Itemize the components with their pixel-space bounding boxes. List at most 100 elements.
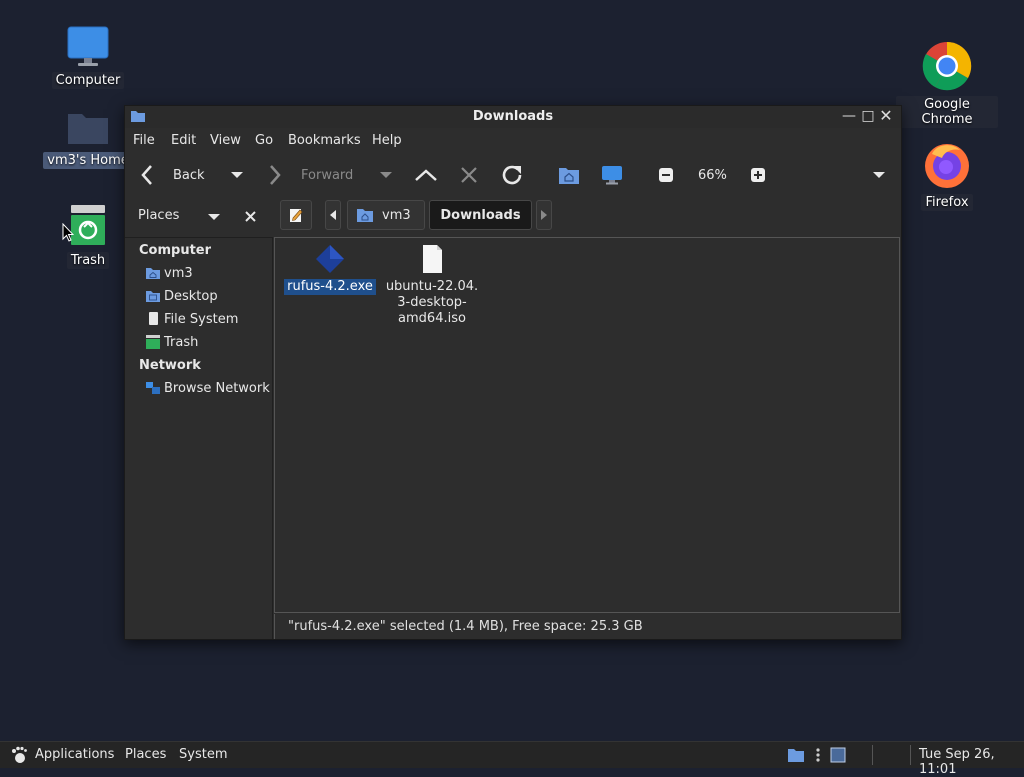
chevron-down-icon[interactable] bbox=[207, 212, 221, 222]
network-icon bbox=[146, 382, 160, 394]
desktop-icon-label: Firefox bbox=[921, 194, 973, 211]
forward-button[interactable]: Forward bbox=[267, 154, 353, 196]
arrow-right-icon bbox=[270, 165, 281, 185]
desktop-icon-label: vm3's Home bbox=[43, 152, 133, 169]
maximize-button[interactable]: □ bbox=[860, 108, 876, 124]
file-item[interactable]: ubuntu-22.04. 3-desktop- amd64.iso bbox=[382, 244, 482, 327]
forward-history-dropdown[interactable] bbox=[379, 154, 393, 196]
handle-icon[interactable] bbox=[815, 747, 821, 763]
computer-button[interactable] bbox=[601, 154, 623, 196]
desktop-icon-firefox[interactable]: Firefox bbox=[902, 140, 992, 211]
back-button[interactable]: Back bbox=[139, 154, 205, 196]
desktop-icon-label: Google Chrome bbox=[896, 96, 998, 128]
minimize-button[interactable]: — bbox=[841, 108, 857, 124]
file-name-line: amd64.iso bbox=[398, 311, 466, 326]
chevron-right-icon bbox=[541, 210, 547, 220]
sidebar-item-label: File System bbox=[164, 311, 239, 327]
places-sidebar: Computer vm3 Desktop File System Trash N… bbox=[125, 237, 273, 639]
desktop-icon-trash[interactable]: Trash bbox=[43, 204, 133, 269]
menu-edit[interactable]: Edit bbox=[171, 133, 196, 148]
desktop-folder-icon bbox=[146, 291, 160, 302]
desktop-icon-label: Trash bbox=[66, 252, 110, 269]
chevron-left-icon bbox=[330, 210, 336, 220]
toggle-location-entry-button[interactable] bbox=[280, 200, 312, 230]
home-folder-icon bbox=[68, 114, 108, 144]
side-pane-selector[interactable]: Places bbox=[138, 208, 179, 223]
close-icon bbox=[461, 167, 477, 183]
zoom-in-button[interactable] bbox=[751, 154, 765, 196]
reload-button[interactable] bbox=[499, 154, 525, 196]
sidebar-item-label: vm3 bbox=[164, 265, 193, 281]
breadcrumb-scroll-left[interactable] bbox=[325, 200, 341, 230]
folder-icon[interactable] bbox=[787, 747, 805, 763]
sidebar-item-browse-network[interactable]: Browse Network bbox=[145, 377, 270, 399]
sidebar-item-trash[interactable]: Trash bbox=[145, 331, 198, 353]
plus-icon bbox=[751, 168, 765, 182]
menu-bookmarks[interactable]: Bookmarks bbox=[288, 133, 361, 148]
trash-icon bbox=[146, 335, 160, 349]
computer-icon bbox=[67, 26, 109, 66]
file-item[interactable]: rufus-4.2.exe bbox=[280, 244, 380, 295]
computer-icon bbox=[602, 166, 622, 185]
clock[interactable]: Tue Sep 26, 11:01 bbox=[919, 747, 1024, 777]
mouse-pointer-icon bbox=[62, 223, 74, 242]
sidebar-item-vm3[interactable]: vm3 bbox=[145, 262, 193, 284]
minus-icon bbox=[659, 168, 673, 182]
toolbar-overflow-dropdown[interactable] bbox=[872, 154, 886, 196]
window-title: Downloads bbox=[472, 109, 554, 124]
menu-file[interactable]: File bbox=[133, 133, 155, 148]
menu-help[interactable]: Help bbox=[372, 133, 402, 148]
file-name-line: ubuntu-22.04. bbox=[385, 279, 479, 294]
status-text: "rufus-4.2.exe" selected (1.4 MB), Free … bbox=[288, 619, 643, 634]
panel-separator bbox=[872, 745, 873, 765]
breadcrumb-scroll-right[interactable] bbox=[536, 200, 552, 230]
sidebar-item-label: Browse Network bbox=[164, 380, 270, 396]
home-folder-icon bbox=[559, 168, 579, 184]
home-folder-icon bbox=[146, 268, 160, 279]
file-manager-window: Downloads — □ ✕ File Edit View Go Bookma… bbox=[124, 105, 902, 640]
sidebar-item-label: Trash bbox=[164, 334, 199, 350]
firefox-icon bbox=[925, 144, 969, 188]
close-button[interactable]: ✕ bbox=[878, 108, 894, 124]
sidebar-item-desktop[interactable]: Desktop bbox=[145, 285, 218, 307]
menu-bar: File Edit View Go Bookmarks Help bbox=[125, 130, 901, 152]
zoom-level: 66% bbox=[698, 154, 727, 196]
sidebar-section-computer: Computer bbox=[139, 243, 212, 258]
bottom-panel: Applications Places System Tue Sep 26, 1… bbox=[0, 741, 1024, 777]
window-list-icon[interactable] bbox=[830, 747, 846, 763]
chevron-down-icon bbox=[231, 172, 243, 178]
desktop-icon-computer[interactable]: Computer bbox=[43, 26, 133, 89]
system-menu[interactable]: System bbox=[179, 747, 227, 762]
chevron-up-icon bbox=[415, 169, 437, 181]
back-history-dropdown[interactable] bbox=[230, 154, 244, 196]
zoom-level-text: 66% bbox=[698, 167, 727, 183]
drive-icon bbox=[149, 312, 158, 325]
desktop-icon-home[interactable]: vm3's Home bbox=[43, 106, 133, 169]
file-view[interactable]: rufus-4.2.exe ubuntu-22.04. 3-desktop- a… bbox=[274, 237, 900, 613]
zoom-out-button[interactable] bbox=[659, 154, 673, 196]
chrome-icon bbox=[922, 41, 972, 91]
close-side-pane-icon[interactable] bbox=[245, 211, 256, 222]
up-button[interactable] bbox=[414, 154, 438, 196]
home-folder-icon bbox=[357, 209, 373, 222]
breadcrumb-downloads[interactable]: Downloads bbox=[429, 200, 532, 230]
title-bar[interactable]: Downloads — □ ✕ bbox=[125, 106, 901, 128]
menu-go[interactable]: Go bbox=[255, 133, 273, 148]
edit-icon bbox=[290, 209, 303, 222]
back-label: Back bbox=[173, 167, 205, 183]
trash-icon bbox=[71, 205, 105, 245]
location-bar: Places vm3 Downloads bbox=[125, 198, 901, 234]
status-bar: "rufus-4.2.exe" selected (1.4 MB), Free … bbox=[274, 614, 901, 639]
menu-view[interactable]: View bbox=[210, 133, 241, 148]
applications-menu[interactable]: Applications bbox=[35, 747, 114, 762]
breadcrumb-label: Downloads bbox=[440, 207, 521, 223]
gnome-foot-icon[interactable] bbox=[10, 746, 28, 764]
sidebar-item-file-system[interactable]: File System bbox=[145, 308, 238, 330]
toolbar: Back Forward 66% bbox=[125, 154, 901, 196]
breadcrumb-vm3[interactable]: vm3 bbox=[347, 200, 425, 230]
places-menu[interactable]: Places bbox=[125, 747, 166, 762]
desktop-icon-chrome[interactable]: Google Chrome bbox=[896, 40, 998, 128]
home-button[interactable] bbox=[558, 154, 580, 196]
file-name-line: 3-desktop- bbox=[397, 295, 467, 310]
stop-button[interactable] bbox=[459, 154, 479, 196]
